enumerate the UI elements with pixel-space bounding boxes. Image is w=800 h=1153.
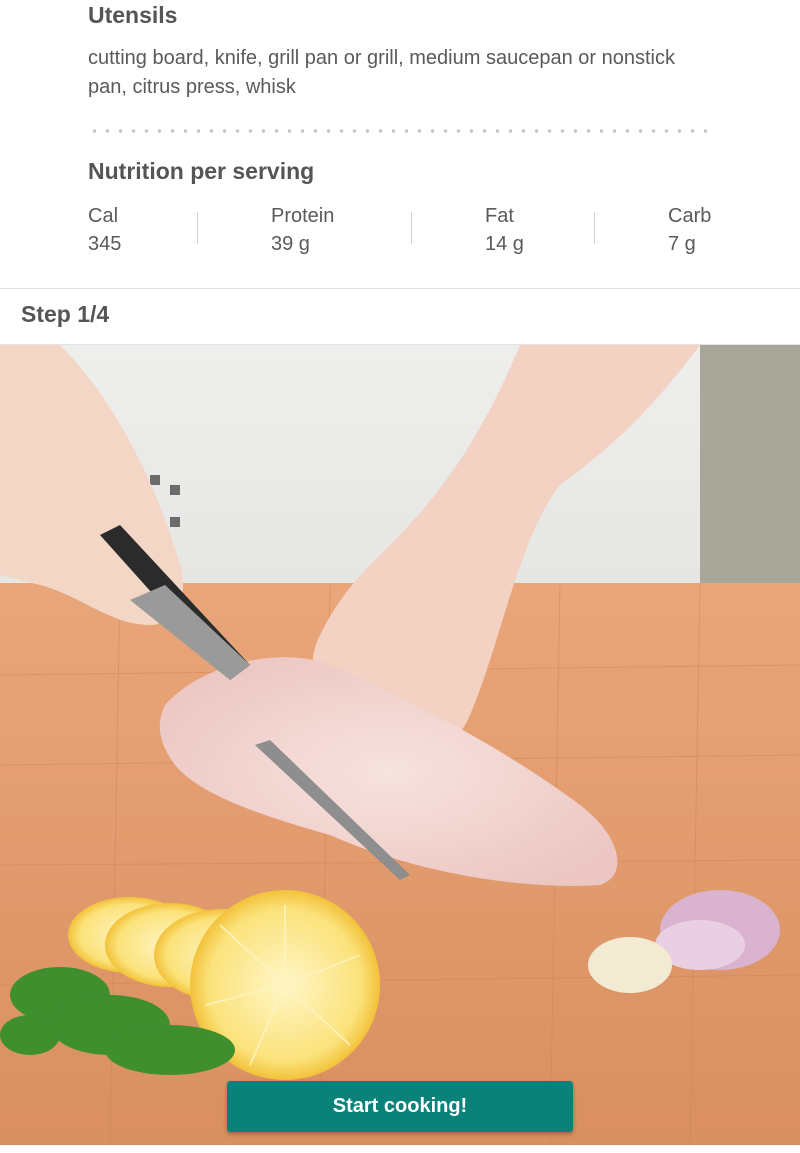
step-indicator: Step 1/4 [21, 301, 110, 327]
nutrition-value: 14 g [485, 233, 524, 255]
nutrition-value: 7 g [668, 233, 696, 255]
nutrition-separator [197, 212, 198, 244]
step-photo-chicken-cutting [0, 345, 800, 1145]
nutrition-label: Cal [88, 205, 119, 227]
start-cooking-button[interactable]: Start cooking! [227, 1081, 573, 1132]
nutrition-label: Protein [271, 205, 335, 227]
nutrition-fat: Fat 14 g [485, 202, 524, 258]
nutrition-label: Carb [668, 205, 712, 227]
nutrition-carb: Carb 7 g [668, 202, 711, 258]
nutrition-value: 39 g [271, 233, 310, 255]
nutrition-heading: Nutrition per serving [88, 158, 315, 184]
dotted-divider [88, 126, 713, 136]
nutrition-protein: Protein 39 g [271, 202, 334, 258]
nutrition-separator [411, 212, 412, 244]
minced-garlic [588, 937, 672, 993]
utensils-heading: Utensils [88, 2, 178, 28]
section-divider [0, 288, 800, 289]
utensils-list: cutting board, knife, grill pan or grill… [88, 47, 675, 98]
step-photo [0, 345, 800, 1145]
nutrition-value: 345 [88, 233, 122, 255]
nutrition-separator [594, 212, 595, 244]
nutrition-cal: Cal 345 [88, 202, 121, 258]
nutrition-label: Fat [485, 205, 514, 227]
nutrition-table: Cal 345 Protein 39 g Fat 14 g Carb 7 g [88, 202, 713, 262]
wall-right [700, 345, 800, 585]
